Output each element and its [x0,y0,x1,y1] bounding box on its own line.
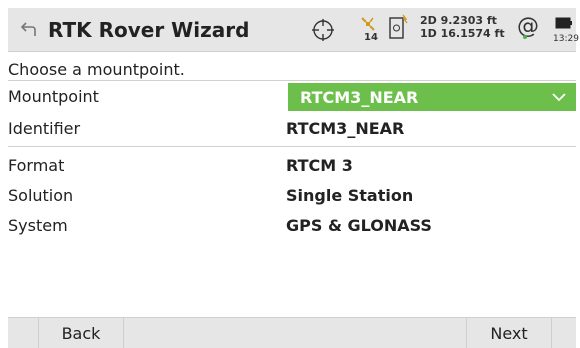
footer-spacer [140,318,464,348]
page-title: RTK Rover Wizard [48,18,250,42]
divider [8,146,576,147]
instruction-text: Choose a mountpoint. [8,60,185,79]
header-bar: RTK Rover Wizard 14 2D 9.2303 ft 1D 16.1… [8,8,579,52]
phone-icon [389,14,408,39]
precision-readout: 2D 9.2303 ft 1D 16.1574 ft [420,14,505,40]
chevron-down-icon [552,93,566,102]
mountpoint-row: Mountpoint RTCM3_NEAR [8,83,576,113]
clock: 13:29 [553,34,579,44]
system-row: System GPS & GLONASS [8,212,576,242]
system-value: GPS & GLONASS [286,216,432,235]
format-value: RTCM 3 [286,156,353,175]
format-label: Format [8,156,65,175]
footer-bar: Back Next [8,317,576,348]
solution-row: Solution Single Station [8,182,576,212]
mountpoint-dropdown[interactable]: RTCM3_NEAR [288,83,576,111]
at-icon: @ [517,14,539,39]
identifier-value: RTCM3_NEAR [286,119,405,138]
mountpoint-label: Mountpoint [8,87,99,106]
divider [8,80,576,81]
battery-icon [555,17,572,29]
back-button[interactable]: Back [38,318,124,348]
satellite-count: 14 [364,32,378,43]
format-row: Format RTCM 3 [8,152,576,182]
crosshair-icon [312,19,334,41]
back-icon[interactable] [20,20,38,38]
precision-1d: 1D 16.1574 ft [420,27,505,40]
precision-2d: 2D 9.2303 ft [420,14,497,27]
solution-value: Single Station [286,186,414,205]
satellite-icon [361,17,375,31]
app-window: RTK Rover Wizard 14 2D 9.2303 ft 1D 16.1… [0,0,580,348]
connection-status-dot [523,35,527,39]
identifier-row: Identifier RTCM3_NEAR [8,115,576,145]
identifier-label: Identifier [8,119,81,138]
solution-label: Solution [8,186,74,205]
system-label: System [8,216,68,235]
mountpoint-value: RTCM3_NEAR [300,88,419,107]
next-button[interactable]: Next [466,318,552,348]
